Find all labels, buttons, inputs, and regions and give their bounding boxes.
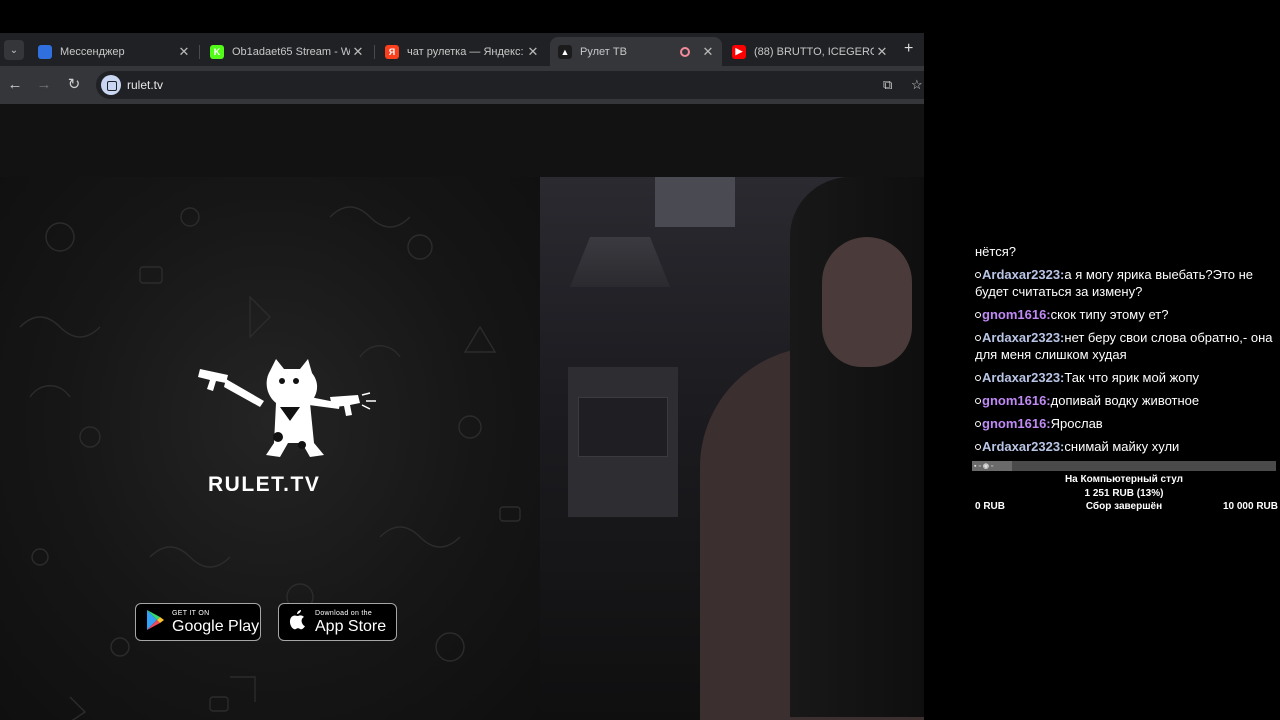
chat-bullet-icon <box>975 444 981 450</box>
video-background-window <box>655 177 735 227</box>
google-play-big: Google Play <box>172 617 260 635</box>
new-tab-button[interactable]: + <box>904 40 913 58</box>
rulet-cat-logo-icon <box>198 359 376 457</box>
chat-message-text: скок типу этому ет? <box>1050 307 1169 322</box>
video-background-oven-door <box>578 397 668 457</box>
chat-message: gnom1616:скок типу этому ет? <box>968 306 1280 329</box>
app-store-big: App Store <box>315 617 387 635</box>
chat-bullet-icon <box>975 335 981 341</box>
close-icon[interactable]: ✕ <box>525 44 541 60</box>
chat-message: Ardaxar2323:а я могу ярика выебать?Это н… <box>968 266 1280 306</box>
tab-title: чат рулетка — Яндекс: на <box>407 45 525 58</box>
webcam-video[interactable] <box>540 177 924 720</box>
brand-panel: RULET.TV GET IT ON Google Play Download … <box>0 177 540 720</box>
chat-username: Ardaxar2323: <box>982 439 1065 454</box>
install-app-icon[interactable]: ⧉ <box>883 77 892 93</box>
close-icon[interactable]: ✕ <box>350 44 366 60</box>
video-person-face <box>822 237 912 367</box>
google-play-small: GET IT ON <box>172 609 210 617</box>
chat-message-text: Ярослав <box>1050 416 1103 431</box>
chat-username: gnom1616: <box>982 393 1051 408</box>
youtube-icon: ▶ <box>732 44 746 59</box>
chat-bullet-icon <box>975 312 981 318</box>
google-play-icon <box>144 609 166 636</box>
vk-messenger-icon <box>38 44 52 59</box>
chat-message: Ardaxar2323:нет беру свои слова обратно,… <box>968 329 1280 369</box>
browser-window: ⌄ Мессенджер ✕ K Ob1adaet65 Stream - Wat… <box>0 33 924 720</box>
address-bar[interactable]: rulet.tv ⧉ ☆ <box>96 71 924 99</box>
chat-bullet-icon <box>975 272 981 278</box>
stream-chat-overlay: нётся? Ardaxar2323:а я могу ярика выебат… <box>968 243 1280 463</box>
recording-indicator-icon <box>680 46 690 57</box>
donation-max: 10 000 RUB <box>1222 501 1278 512</box>
tab-divider <box>199 45 200 59</box>
chat-message: gnom1616:Ярослав <box>968 415 1280 438</box>
kick-icon: K <box>210 44 224 59</box>
tab-title: Рулет ТВ <box>580 45 627 58</box>
chat-username: Ardaxar2323: <box>982 330 1065 345</box>
chat-username: Ardaxar2323: <box>982 267 1065 282</box>
chat-message-text: Так что ярик мой жопу <box>1064 370 1200 385</box>
chat-username: gnom1616: <box>982 416 1051 431</box>
tab-kick-stream[interactable]: K Ob1adaet65 Stream - Wat ✕ <box>202 37 372 66</box>
chat-username: gnom1616: <box>982 307 1051 322</box>
yandex-icon: Я <box>385 44 399 59</box>
brand-name: RULET.TV <box>208 473 321 496</box>
reload-button[interactable]: ↻ <box>64 74 84 96</box>
tab-youtube[interactable]: ▶ (88) BRUTTO, ICEGERGERT ✕ <box>724 37 896 66</box>
platform-icons: ▪ ▫ ◉ ▫ <box>974 463 994 470</box>
app-store-button[interactable]: Download on the App Store <box>278 603 397 641</box>
app-store-small: Download on the <box>315 609 373 617</box>
tab-search-button[interactable]: ⌄ <box>4 40 24 60</box>
tab-strip: ⌄ Мессенджер ✕ K Ob1adaet65 Stream - Wat… <box>0 33 924 66</box>
donation-sum: 1 251 RUB (13%) <box>1084 488 1164 499</box>
apple-icon <box>287 609 309 635</box>
chat-message-text: нётся? <box>975 244 1016 259</box>
close-icon[interactable]: ✕ <box>700 44 716 60</box>
chat-message-text: снимай майку хули <box>1064 439 1180 454</box>
chat-message: нётся? <box>968 243 1280 266</box>
chat-message: Ardaxar2323:снимай майку хули <box>968 438 1280 461</box>
back-button[interactable]: ← <box>5 74 25 96</box>
tab-title: (88) BRUTTO, ICEGERGERT <box>754 45 874 58</box>
site-info-icon[interactable] <box>101 75 121 95</box>
chevron-down-icon: ⌄ <box>9 44 19 56</box>
donation-title: На Компьютерный стул <box>1064 474 1184 485</box>
chat-bullet-icon <box>975 398 981 404</box>
chat-message-text: допивай водку животное <box>1050 393 1200 408</box>
google-play-button[interactable]: GET IT ON Google Play <box>135 603 261 641</box>
chat-message: Ardaxar2323:Так что ярик мой жопу <box>968 369 1280 392</box>
donation-goal-widget: ▪ ▫ ◉ ▫ На Компьютерный стул 1 251 RUB (… <box>972 461 1278 521</box>
tab-divider <box>374 45 375 59</box>
close-icon[interactable]: ✕ <box>176 44 192 60</box>
screen: ⌄ Мессенджер ✕ K Ob1adaet65 Stream - Wat… <box>0 0 1280 720</box>
chat-message: gnom1616:допивай водку животное <box>968 392 1280 415</box>
forward-button[interactable]: → <box>34 74 54 96</box>
rulet-page: RULET.TV GET IT ON Google Play Download … <box>0 104 924 720</box>
tab-rulet-tv[interactable]: ▲ Рулет ТВ ✕ <box>550 37 722 66</box>
tab-title: Ob1adaet65 Stream - Wat <box>232 45 350 58</box>
video-background-hood <box>570 237 670 287</box>
bookmark-star-icon[interactable]: ☆ <box>911 77 923 93</box>
browser-toolbar: ← → ↻ rulet.tv ⧉ ☆ <box>0 66 924 104</box>
chat-bullet-icon <box>975 421 981 427</box>
url-text[interactable]: rulet.tv <box>127 78 163 92</box>
donation-progress-bar: ▪ ▫ ◉ ▫ <box>972 461 1276 471</box>
tab-yandex-search[interactable]: Я чат рулетка — Яндекс: на ✕ <box>377 37 547 66</box>
chat-bullet-icon <box>975 375 981 381</box>
page-header <box>0 104 924 177</box>
tab-title: Мессенджер <box>60 45 125 58</box>
tab-messenger[interactable]: Мессенджер ✕ <box>30 37 198 66</box>
close-icon[interactable]: ✕ <box>874 44 890 60</box>
chat-username: Ardaxar2323: <box>982 370 1065 385</box>
rulet-icon: ▲ <box>558 44 572 59</box>
